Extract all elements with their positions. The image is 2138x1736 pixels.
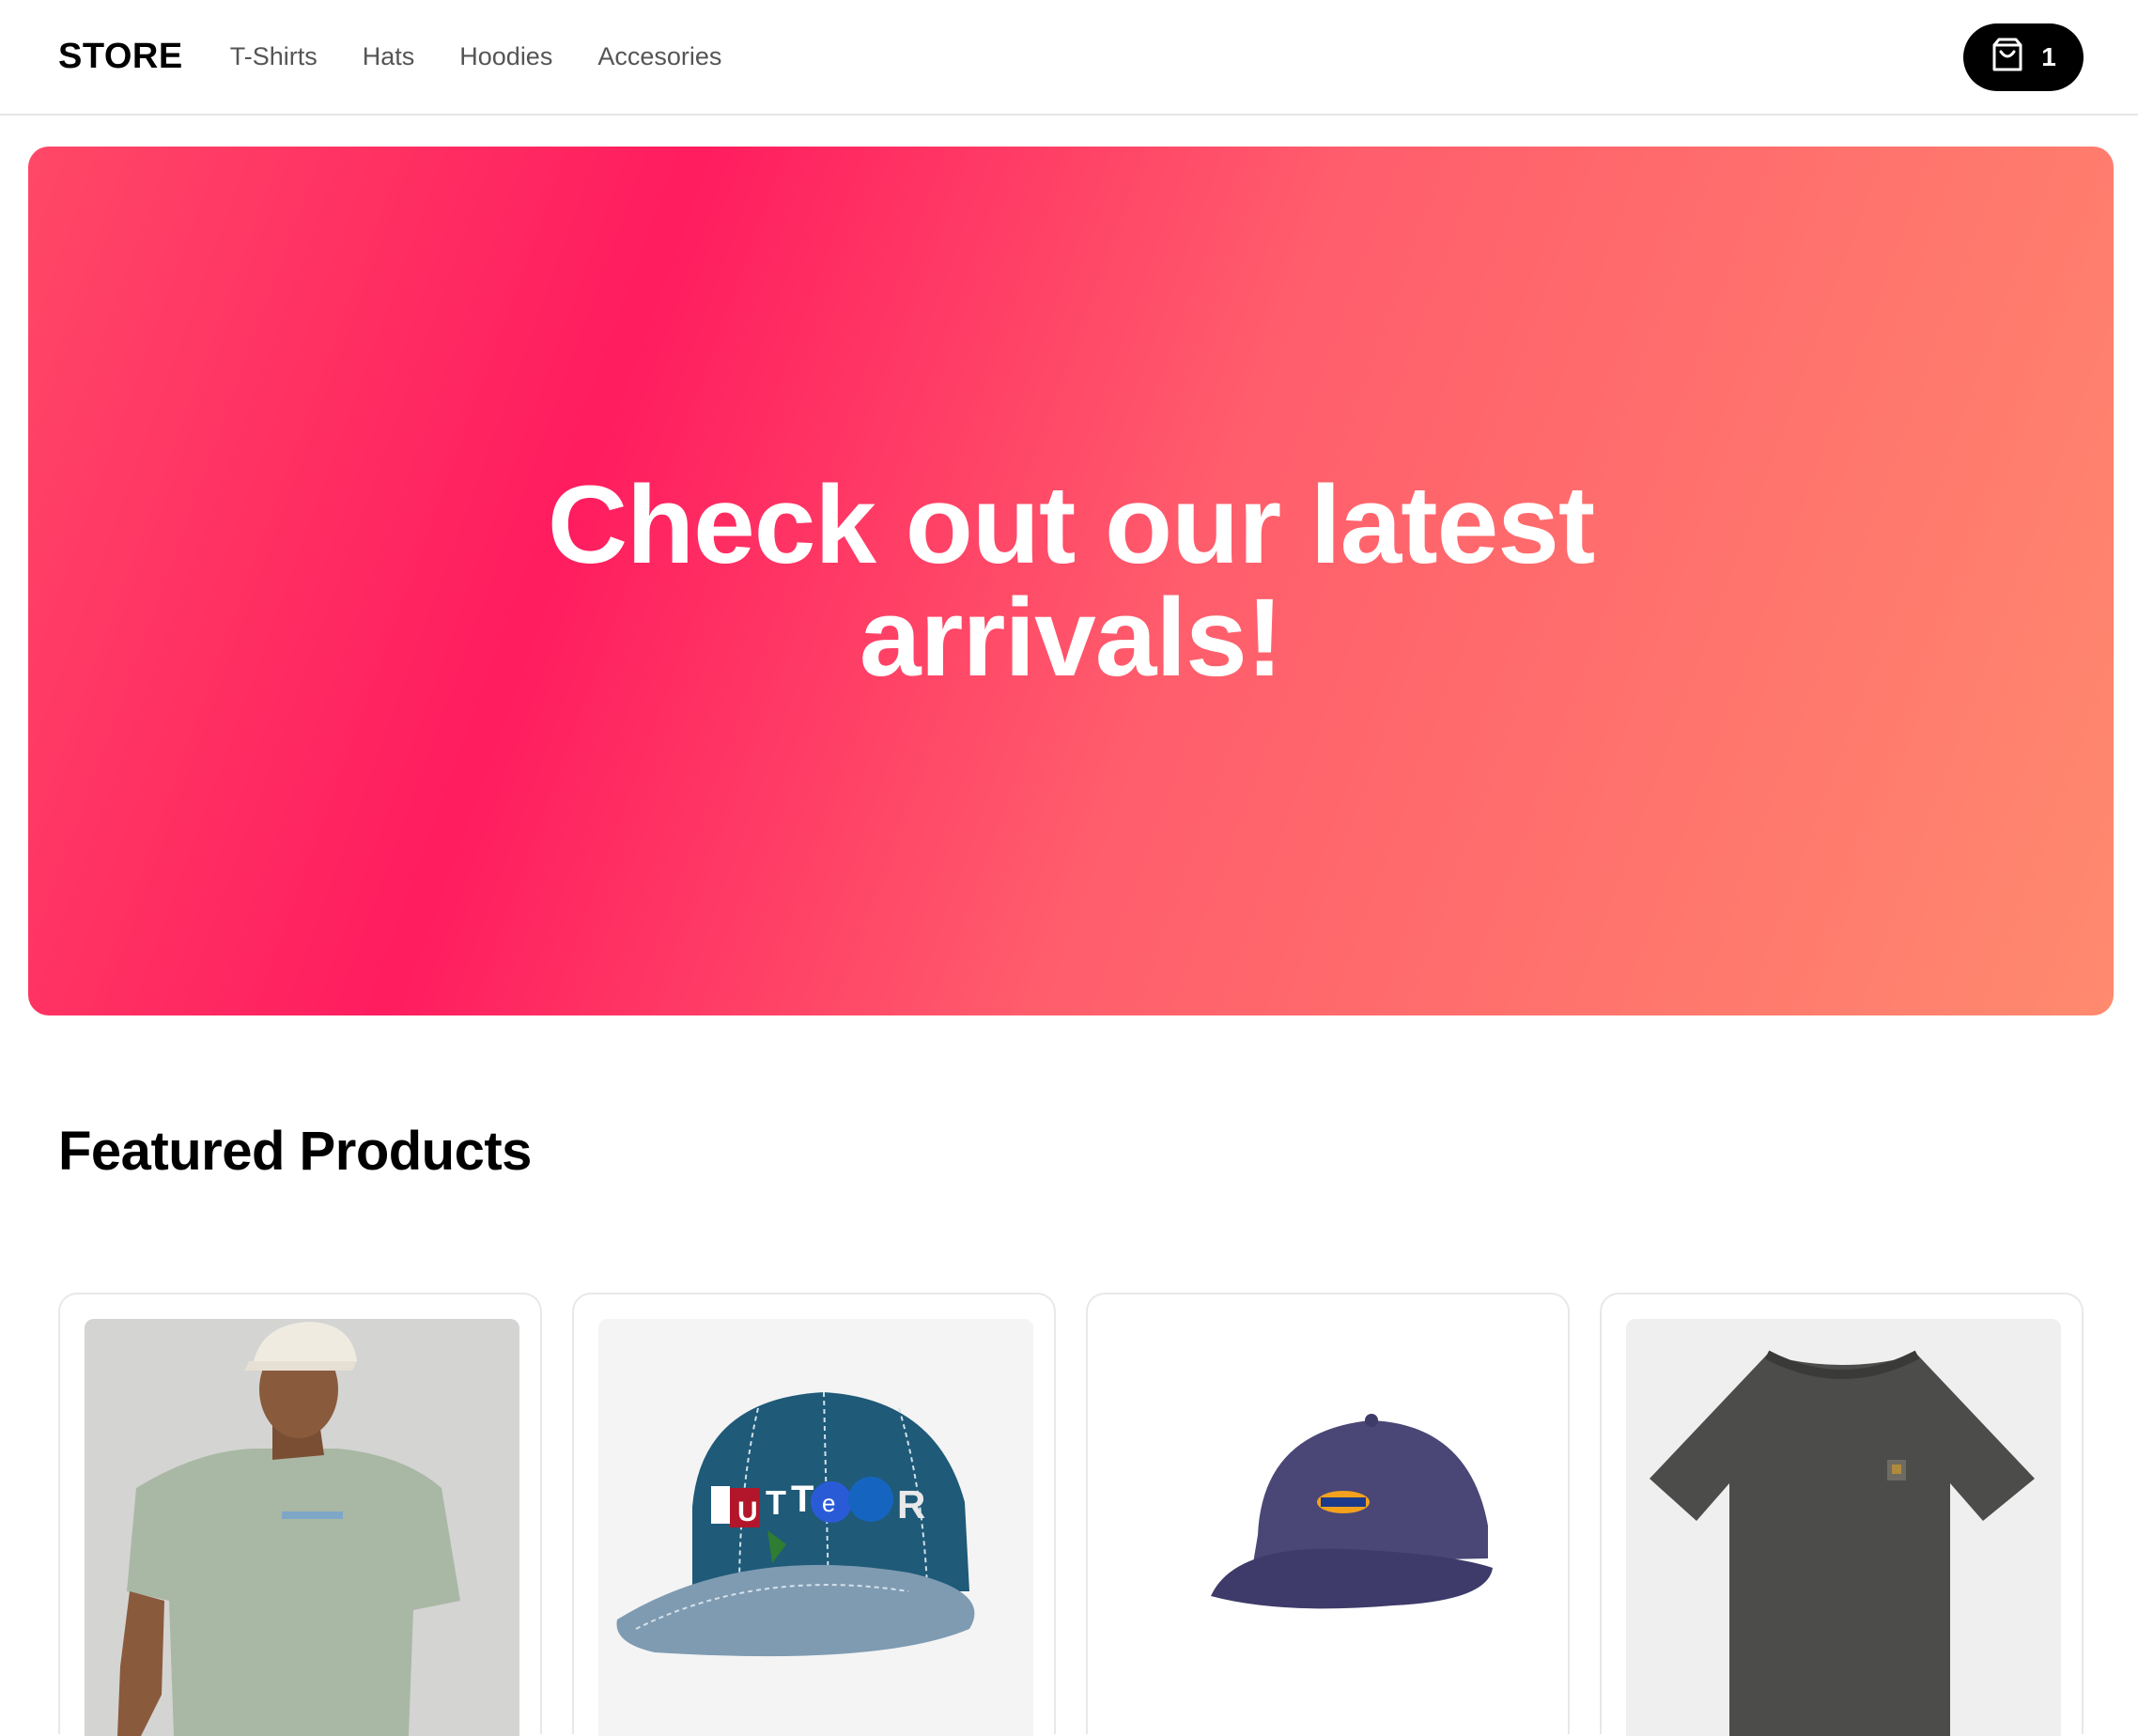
cap-letter-u: U bbox=[737, 1496, 758, 1527]
shopping-bag-icon bbox=[1991, 37, 2024, 77]
nav-item-hoodies[interactable]: Hoodies bbox=[459, 42, 552, 71]
cap-letter-t2: T bbox=[791, 1479, 813, 1520]
main-nav: T-Shirts Hats Hoodies Accesories bbox=[230, 42, 767, 71]
product-image-model-tshirt bbox=[85, 1319, 519, 1736]
product-image-blue-cap: U T T e R bbox=[598, 1319, 1033, 1736]
product-card[interactable] bbox=[1086, 1293, 1570, 1736]
hero-title: Check out our latest arrivals! bbox=[547, 462, 1595, 700]
product-card[interactable]: U T T e R bbox=[572, 1293, 1056, 1736]
product-image-navy-cap bbox=[1112, 1319, 1547, 1736]
product-grid: U T T e R bbox=[58, 1293, 2084, 1736]
hero-banner[interactable]: Check out our latest arrivals! bbox=[28, 147, 2114, 1015]
site-header: STORE T-Shirts Hats Hoodies Accesories 1 bbox=[0, 0, 2138, 116]
nav-item-t-shirts[interactable]: T-Shirts bbox=[230, 42, 318, 71]
cart-count-badge: 1 bbox=[2041, 41, 2056, 71]
featured-products-title: Featured Products bbox=[58, 1121, 532, 1182]
cart-button[interactable]: 1 bbox=[1963, 23, 2084, 91]
store-logo[interactable]: STORE bbox=[58, 37, 183, 77]
nav-item-hats[interactable]: Hats bbox=[363, 42, 415, 71]
cap-letter-t1: T bbox=[766, 1483, 786, 1522]
cap-letter-r: R bbox=[897, 1482, 925, 1527]
product-card[interactable] bbox=[58, 1293, 542, 1736]
nav-item-accesories[interactable]: Accesories bbox=[597, 42, 721, 71]
product-card[interactable] bbox=[1600, 1293, 2084, 1736]
cap-letter-e: e bbox=[822, 1489, 835, 1517]
product-image-charcoal-tshirt bbox=[1626, 1319, 2061, 1736]
